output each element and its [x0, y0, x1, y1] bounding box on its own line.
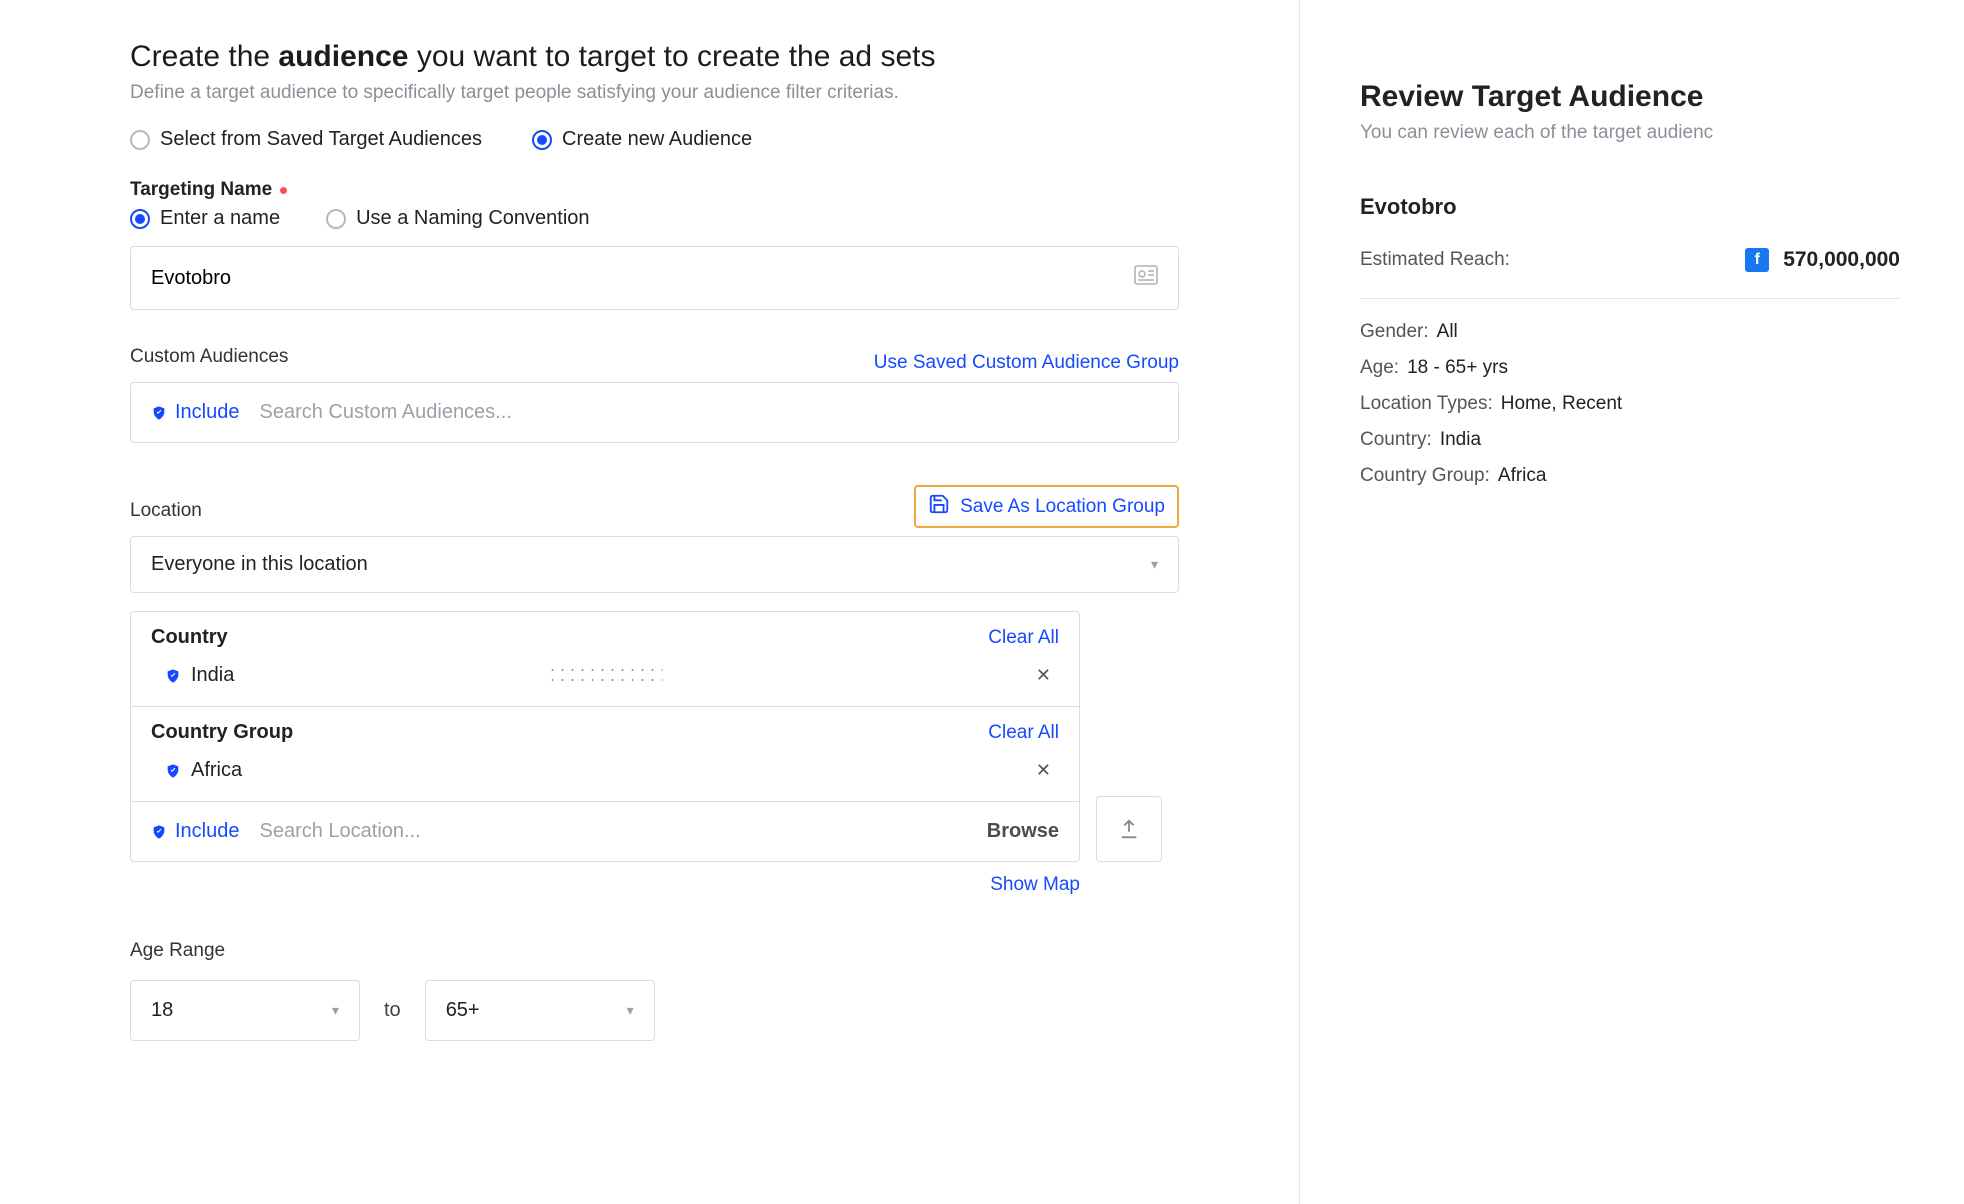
radio-naming-convention-label: Use a Naming Convention [356, 207, 589, 230]
review-val: Africa [1498, 465, 1547, 487]
radio-enter-name-label: Enter a name [160, 207, 280, 230]
custom-audiences-label: Custom Audiences [130, 346, 288, 368]
age-range-label: Age Range [130, 940, 1179, 962]
clear-all-country-groups-link[interactable]: Clear All [988, 722, 1059, 744]
location-search-field[interactable]: Include Search Location... Browse [131, 802, 1079, 861]
review-val: Home, Recent [1501, 393, 1622, 415]
show-map-link[interactable]: Show Map [990, 874, 1080, 895]
location-card: Country Clear All India ✕ Country Group … [130, 611, 1080, 862]
location-item-country-group-label: Africa [191, 759, 242, 782]
estimated-reach-label: Estimated Reach: [1360, 249, 1731, 271]
review-panel: Review Target Audience You can review ea… [1300, 0, 1960, 1204]
age-from-select[interactable]: 18 ▾ [130, 980, 360, 1041]
review-key: Age: [1360, 357, 1399, 379]
review-key: Country Group: [1360, 465, 1490, 487]
chevron-down-icon: ▾ [1151, 556, 1158, 573]
location-search-placeholder: Search Location... [260, 820, 967, 843]
location-label: Location [130, 500, 202, 522]
radio-naming-convention[interactable]: Use a Naming Convention [326, 207, 589, 230]
custom-audiences-placeholder: Search Custom Audiences... [260, 401, 1159, 424]
save-as-location-group-button[interactable]: Save As Location Group [914, 485, 1179, 528]
targeting-name-input[interactable] [151, 267, 1122, 290]
checkmark-shield-icon [165, 668, 181, 684]
title-bold: audience [278, 40, 408, 73]
age-to-word: to [384, 999, 401, 1022]
targeting-name-label: Targeting Name [130, 179, 1179, 201]
radio-create-audience-label: Create new Audience [562, 128, 752, 151]
upload-icon [1118, 818, 1140, 840]
location-item-country-group: Africa ✕ [151, 752, 1059, 793]
checkmark-shield-icon [151, 405, 167, 421]
save-as-location-group-label: Save As Location Group [960, 496, 1165, 518]
title-prefix: Create the [130, 40, 278, 73]
chevron-down-icon: ▾ [627, 1002, 634, 1019]
review-row-age: Age: 18 - 65+ yrs [1360, 357, 1900, 379]
review-row-gender: Gender: All [1360, 321, 1900, 343]
targeting-name-field[interactable] [130, 246, 1179, 310]
estimated-reach-value: 570,000,000 [1783, 248, 1900, 272]
browse-locations-button[interactable]: Browse [987, 820, 1059, 843]
estimated-reach-row: Estimated Reach: f 570,000,000 [1360, 248, 1900, 299]
review-row-country: Country: India [1360, 429, 1900, 451]
radio-saved-audiences[interactable]: Select from Saved Target Audiences [130, 128, 482, 151]
review-key: Gender: [1360, 321, 1429, 343]
review-val: India [1440, 429, 1481, 451]
radio-create-audience[interactable]: Create new Audience [532, 128, 752, 151]
include-badge[interactable]: Include [151, 401, 240, 424]
location-item-country-label: India [191, 664, 234, 687]
clear-all-countries-link[interactable]: Clear All [988, 627, 1059, 649]
radio-enter-name[interactable]: Enter a name [130, 207, 280, 230]
required-indicator-icon [280, 187, 287, 194]
include-badge-location[interactable]: Include [151, 820, 240, 843]
facebook-icon: f [1745, 248, 1769, 272]
checkmark-shield-icon [165, 763, 181, 779]
review-row-country-group: Country Group: Africa [1360, 465, 1900, 487]
page-title: Create the audience you want to target t… [130, 40, 1179, 74]
review-val: All [1437, 321, 1458, 343]
checkmark-shield-icon [151, 824, 167, 840]
review-subtitle: You can review each of the target audien… [1360, 122, 1900, 144]
review-title: Review Target Audience [1360, 80, 1900, 114]
upload-locations-button[interactable] [1096, 796, 1162, 862]
use-saved-custom-audience-link[interactable]: Use Saved Custom Audience Group [874, 352, 1179, 374]
radio-saved-audiences-label: Select from Saved Target Audiences [160, 128, 482, 151]
location-scope-value: Everyone in this location [151, 553, 368, 576]
remove-country-button[interactable]: ✕ [1028, 661, 1059, 690]
save-icon [928, 493, 950, 520]
chevron-down-icon: ▾ [332, 1002, 339, 1019]
location-item-country: India ✕ [151, 657, 1059, 698]
review-key: Country: [1360, 429, 1432, 451]
age-to-select[interactable]: 65+ ▾ [425, 980, 655, 1041]
review-key: Location Types: [1360, 393, 1493, 415]
review-audience-name: Evotobro [1360, 194, 1900, 220]
page-subtitle: Define a target audience to specifically… [130, 82, 1179, 104]
age-to-value: 65+ [446, 999, 480, 1022]
review-row-location-types: Location Types: Home, Recent [1360, 393, 1900, 415]
country-header: Country [151, 626, 228, 649]
review-val: 18 - 65+ yrs [1407, 357, 1508, 379]
drag-handle-icon[interactable] [548, 665, 663, 687]
remove-country-group-button[interactable]: ✕ [1028, 756, 1059, 785]
id-card-icon [1134, 265, 1158, 291]
location-scope-select[interactable]: Everyone in this location ▾ [130, 536, 1179, 593]
title-suffix: you want to target to create the ad sets [408, 40, 935, 73]
custom-audiences-field[interactable]: Include Search Custom Audiences... [130, 382, 1179, 443]
country-group-header: Country Group [151, 721, 293, 744]
age-from-value: 18 [151, 999, 173, 1022]
